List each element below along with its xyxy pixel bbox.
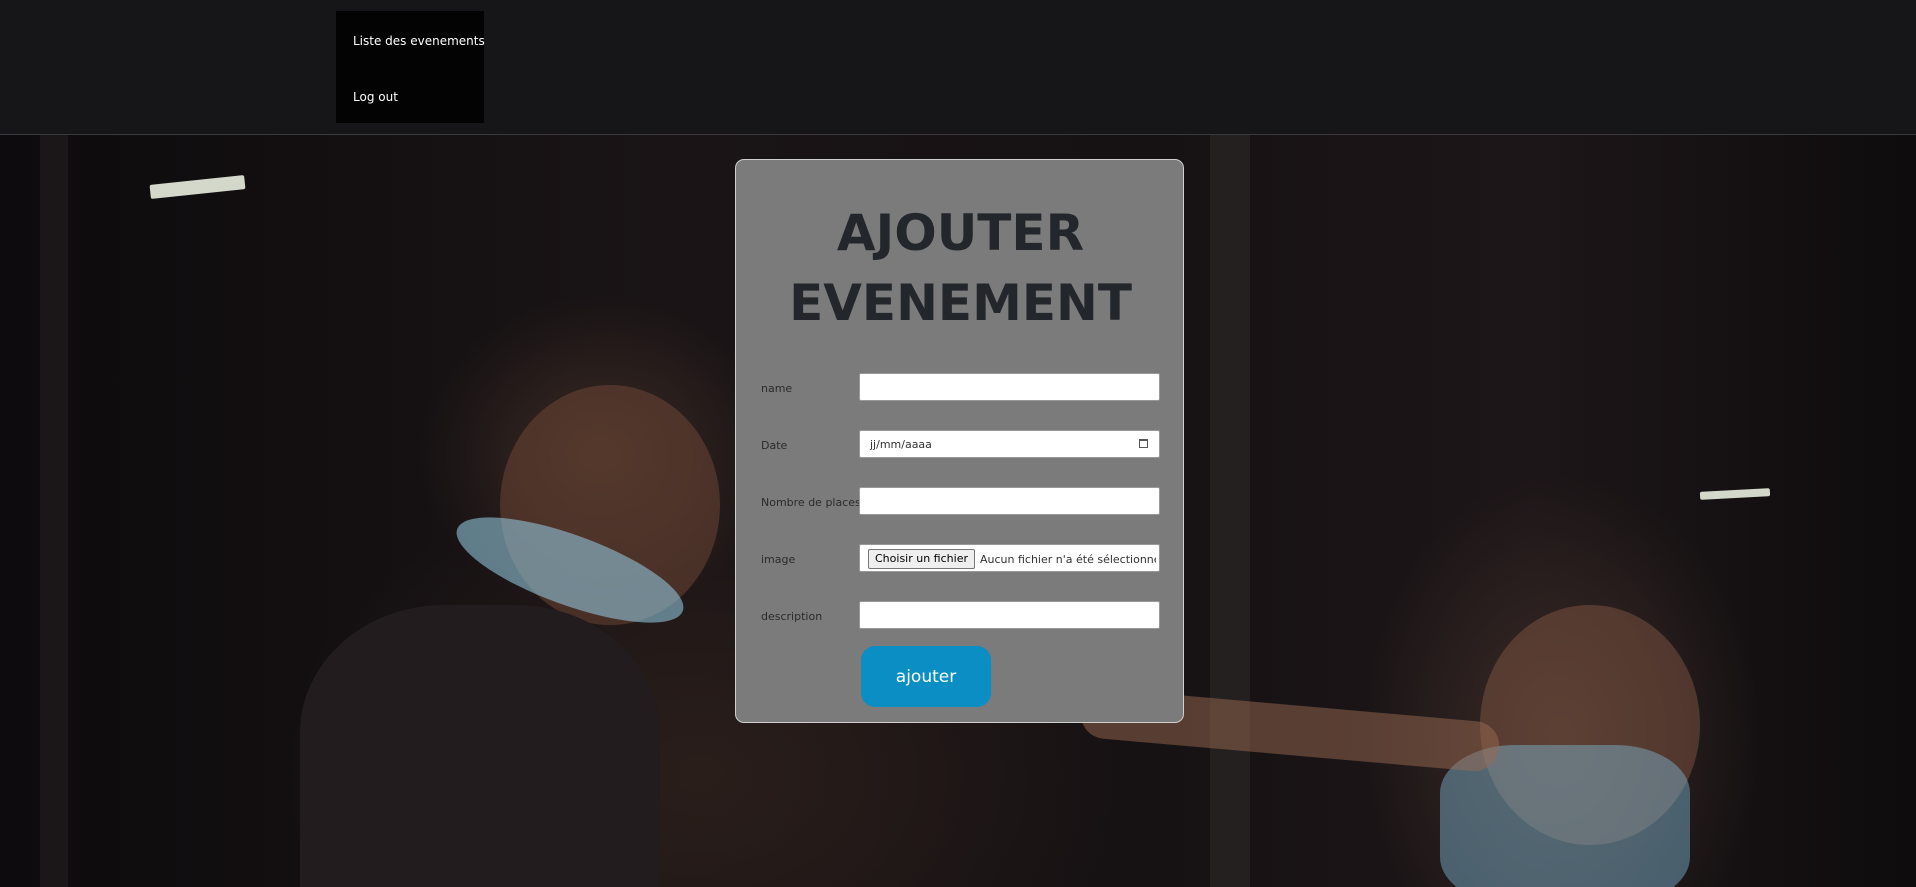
date-placeholder: jj/mm/aaaa: [870, 438, 932, 451]
name-input[interactable]: [859, 373, 1160, 401]
file-status-text: Aucun fichier n'a été sélectionné: [980, 553, 1156, 566]
gym-pillar: [40, 135, 68, 887]
image-label: image: [761, 553, 796, 566]
top-bar: Liste des evenements Log out: [0, 0, 1916, 135]
nav-link-liste-evenements[interactable]: Liste des evenements: [353, 34, 485, 48]
name-label: name: [761, 382, 793, 395]
form-title: AJOUTER EVENEMENT: [736, 198, 1185, 338]
calendar-icon[interactable]: [1139, 439, 1148, 448]
man-torso: [300, 605, 660, 887]
ceiling-light: [1699, 488, 1771, 500]
form-title-line2: EVENEMENT: [789, 274, 1132, 332]
date-input[interactable]: jj/mm/aaaa: [859, 430, 1160, 458]
add-event-form: AJOUTER EVENEMENT name Date jj/mm/aaaa N…: [735, 159, 1184, 723]
form-title-line1: AJOUTER: [836, 204, 1085, 262]
ceiling-light: [149, 175, 246, 199]
ajouter-button[interactable]: ajouter: [861, 646, 991, 707]
places-input[interactable]: [859, 487, 1160, 515]
description-label: description: [761, 610, 823, 623]
nav-link-log-out[interactable]: Log out: [353, 90, 398, 104]
choose-file-button[interactable]: Choisir un fichier: [868, 549, 975, 569]
gym-pillar: [1210, 135, 1250, 887]
image-file-input[interactable]: Choisir un fichier Aucun fichier n'a été…: [859, 544, 1160, 572]
date-label: Date: [761, 439, 788, 452]
places-label: Nombre de places: [761, 496, 861, 509]
nav-menu: Liste des evenements Log out: [336, 11, 485, 123]
description-input[interactable]: [859, 601, 1160, 629]
